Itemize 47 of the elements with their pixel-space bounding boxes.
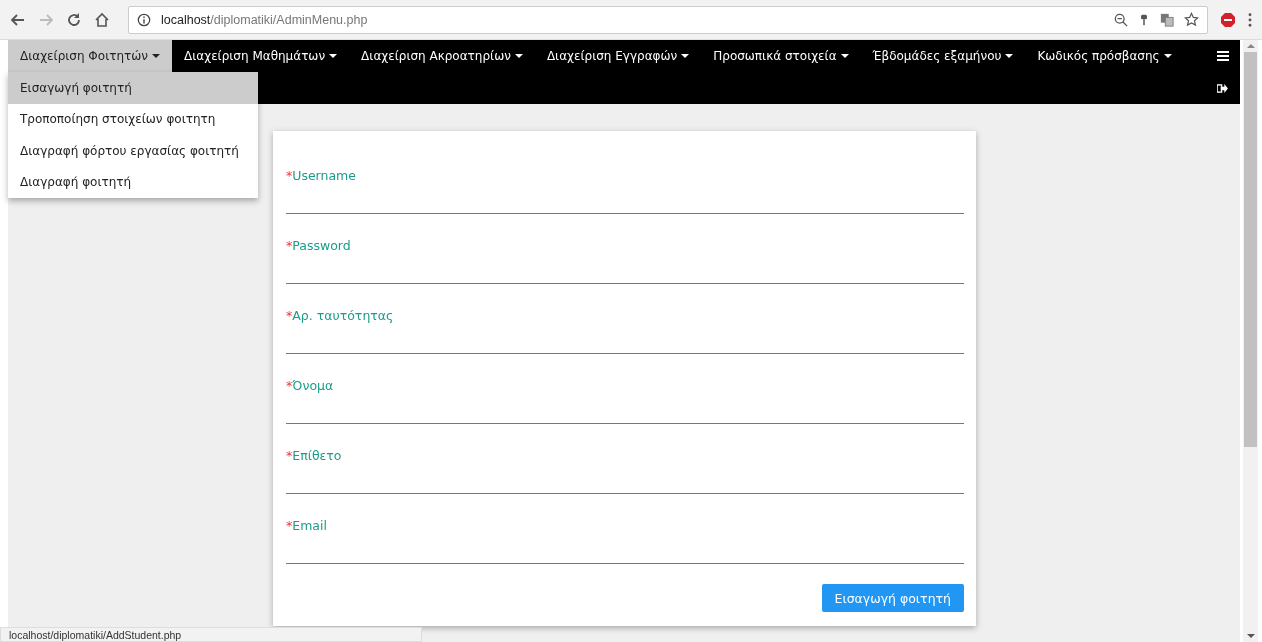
nav-menu-item[interactable]: Κωδικός πρόσβασης bbox=[1025, 40, 1184, 72]
nav-menu-item[interactable]: Έβδομάδες εξαμήνου bbox=[860, 40, 1026, 72]
field-label: *Επίθετο bbox=[286, 448, 342, 463]
stop-sign-icon[interactable] bbox=[1220, 11, 1236, 28]
nav-menu-item[interactable]: Διαχείριση Ακροατηρίων bbox=[349, 40, 535, 72]
dropdown-item[interactable]: Διαγραφή φόρτου εργασίας φοιτητή bbox=[8, 135, 258, 167]
dropdown-item[interactable]: Διαγραφή φοιτητή bbox=[8, 166, 258, 198]
dropdown-item[interactable]: Τροποποίηση στοιχείων φοιτητη bbox=[8, 103, 258, 135]
nav-menu-item[interactable]: Προσωπικά στοιχεία bbox=[701, 40, 861, 72]
field-label: *Username bbox=[286, 168, 356, 183]
sign-out-icon[interactable] bbox=[1217, 83, 1228, 93]
scrollbar[interactable] bbox=[1243, 40, 1258, 642]
key-icon[interactable] bbox=[1138, 12, 1150, 27]
caret-icon bbox=[329, 54, 338, 58]
nav-menu-item[interactable]: Διαχείριση Μαθημάτων bbox=[172, 40, 350, 72]
address-bar[interactable]: localhost/diplomatiki/AdminMenu.php bbox=[128, 5, 1208, 34]
menu-icon[interactable] bbox=[1217, 51, 1229, 61]
caret-icon bbox=[514, 54, 523, 58]
input-field[interactable]: *Όνομα bbox=[286, 354, 964, 424]
status-bar: localhost/diplomatiki/AddStudent.php bbox=[0, 627, 422, 642]
dropdown-item[interactable]: Εισαγωγή φοιτητή bbox=[8, 72, 258, 104]
field-label: *Email bbox=[286, 518, 327, 533]
translate-icon[interactable] bbox=[1160, 12, 1174, 27]
field-label: *Όνομα bbox=[286, 378, 334, 393]
back-icon[interactable] bbox=[10, 11, 26, 28]
caret-icon bbox=[681, 54, 690, 58]
input-field[interactable]: *Password bbox=[286, 214, 964, 284]
zoom-out-icon[interactable] bbox=[1114, 12, 1128, 27]
caret-icon bbox=[1163, 54, 1172, 58]
caret-icon bbox=[152, 54, 160, 58]
input-field[interactable]: *Email bbox=[286, 494, 964, 564]
field-label: *Αρ. ταυτότητας bbox=[286, 308, 394, 323]
home-icon[interactable] bbox=[94, 11, 110, 28]
info-icon bbox=[137, 12, 151, 27]
field-label: *Password bbox=[286, 238, 351, 253]
nav-menu-item[interactable]: Διαχείριση Φοιτητών bbox=[8, 40, 172, 72]
scroll-up-icon[interactable] bbox=[1246, 44, 1255, 48]
more-icon[interactable] bbox=[1248, 12, 1252, 27]
input-field[interactable]: *Επίθετο bbox=[286, 424, 964, 494]
input-field[interactable]: *Αρ. ταυτότητας bbox=[286, 284, 964, 354]
input-field[interactable]: *Username bbox=[286, 145, 964, 214]
scroll-down-icon[interactable] bbox=[1246, 634, 1255, 638]
nav-menu-item[interactable]: Διαχείριση Εγγραφών bbox=[534, 40, 702, 72]
star-icon[interactable] bbox=[1184, 12, 1199, 27]
caret-icon bbox=[840, 54, 849, 58]
caret-icon bbox=[1005, 54, 1014, 58]
reload-icon[interactable] bbox=[66, 11, 82, 28]
